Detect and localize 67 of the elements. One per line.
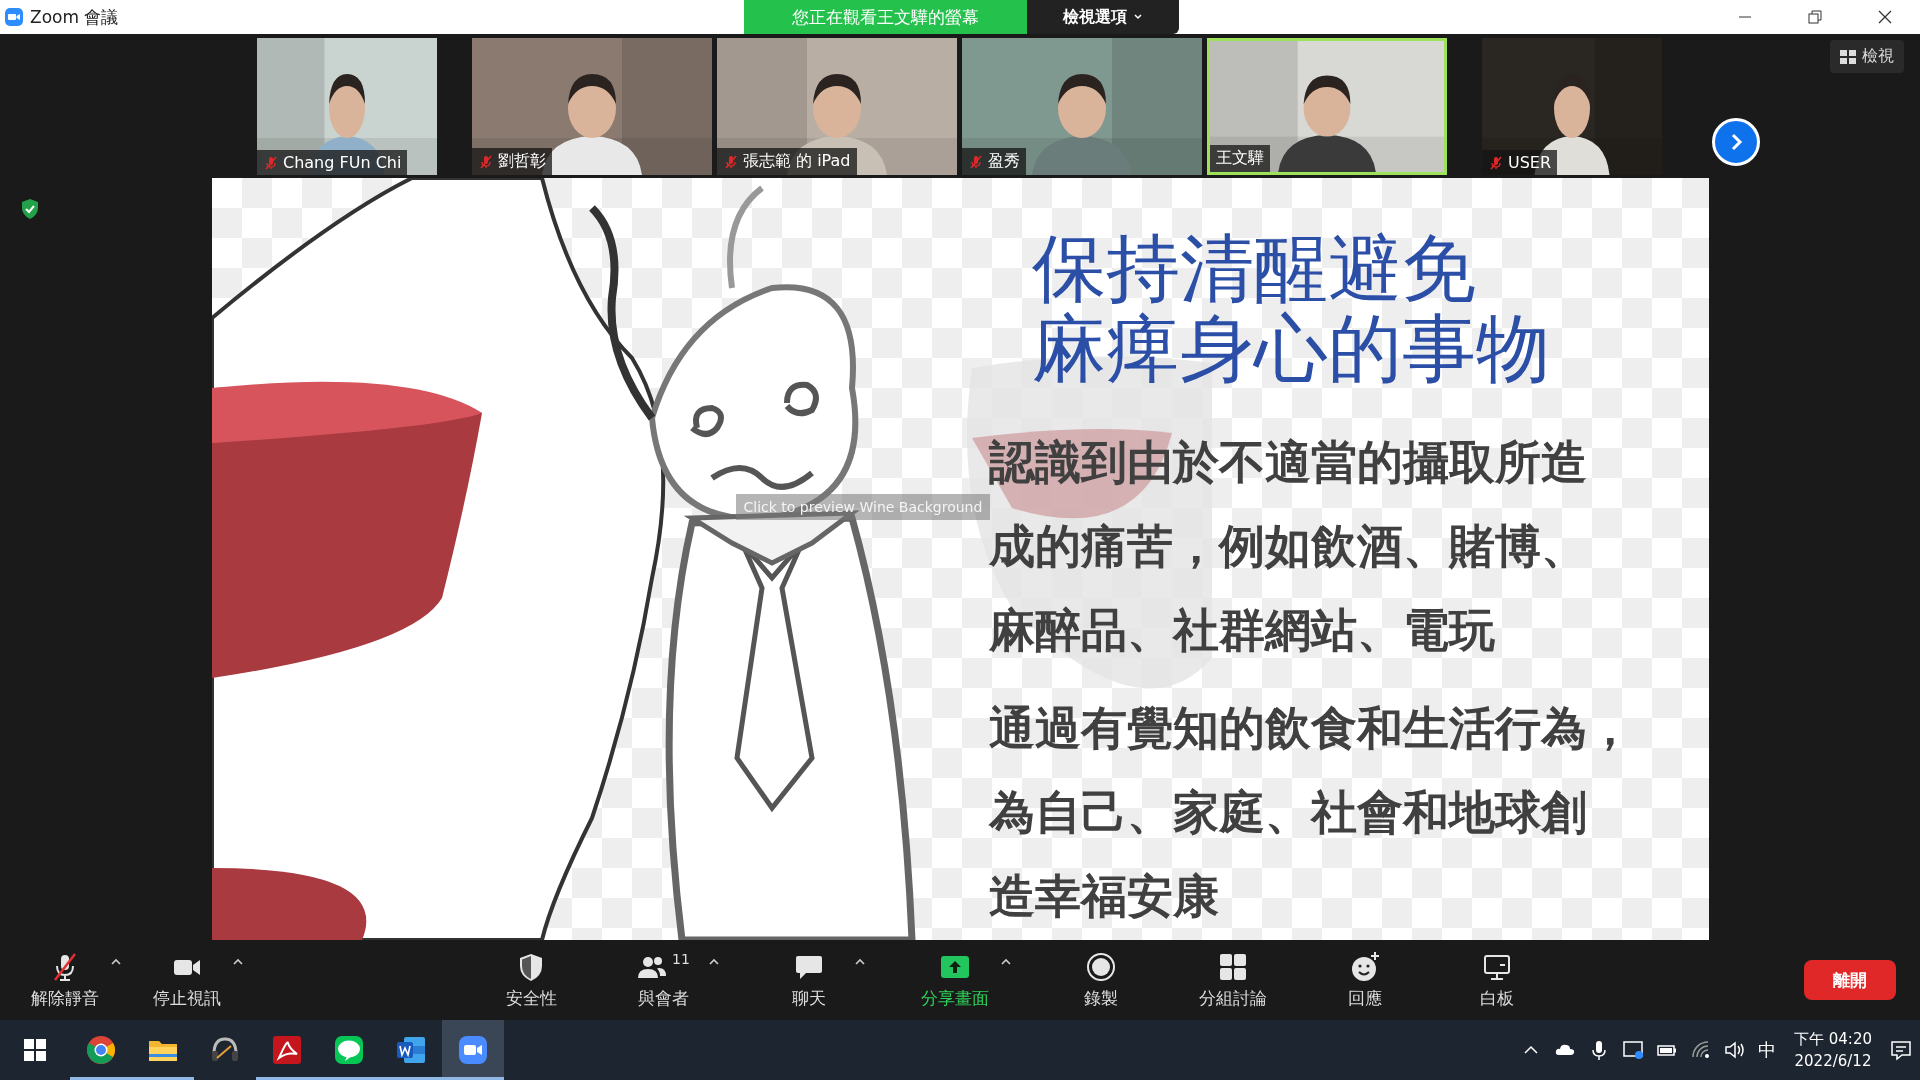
slide-paragraph: 通過有覺知的飲食和生活行為， 為自己、家庭、社會和地球創 造幸福安康 [988,700,1633,925]
taskbar-app[interactable] [442,1020,504,1080]
input-method-indicator[interactable]: 中 [1758,1038,1776,1062]
participant-name: 劉哲彰 [498,151,546,172]
shield-check-icon [20,198,40,220]
participant-count: 11 [672,950,690,967]
chat-app-icon [333,1034,365,1066]
participant-name: 盈秀 [988,151,1020,172]
viewing-banner: 您正在觀看王文驊的螢幕 [744,0,1027,34]
caret-icon [232,956,244,967]
clock-date: 2022/6/12 [1794,1051,1872,1072]
participant-name: 王文驊 [1216,148,1264,169]
video-tile[interactable]: 王文驊 [1207,38,1447,175]
caret-icon [854,956,866,967]
next-page-button[interactable] [1712,118,1760,166]
notification-icon[interactable] [1890,1039,1912,1061]
windows-logo-icon [23,1038,47,1062]
participant-name: Chang FUn Chi [283,153,402,172]
clock[interactable]: 下午 04:20 2022/6/12 [1788,1028,1878,1072]
clock-time: 下午 04:20 [1794,1029,1872,1050]
volume-icon[interactable] [1724,1039,1746,1061]
video-tile[interactable]: 張志範 的 iPad [717,38,957,175]
record-icon [1085,950,1117,983]
muted-mic-icon [968,153,984,170]
tooltip: Click to preview Wine Background [735,494,991,520]
close-icon [1877,9,1893,25]
view-button[interactable]: 檢視 [1830,40,1904,73]
video-call-app-icon [457,1034,489,1066]
participant-name: USER [1508,153,1552,172]
caret-icon [708,956,720,967]
slide-paragraph: 認識到由於不適當的攝取所造 成的痛苦，例如飲酒、賭博、 麻醉品、社群網站、電玩 [988,434,1588,659]
leave-button[interactable]: 離開 [1804,960,1896,1000]
participant-name: 張志範 的 iPad [743,151,851,172]
pdf-reader-icon [271,1034,303,1066]
video-tile[interactable]: 盈秀 [962,38,1202,175]
video-tile[interactable]: Chang FUn Chi [257,38,437,175]
view-options-button[interactable]: 檢視選項 [1027,0,1179,34]
muted-mic-icon [478,153,494,170]
toolbar-button[interactable]: 11 與會者 [618,950,708,1010]
slide-title: 保持清醒避免 麻痺身心的事物 [1031,228,1551,388]
display-icon[interactable] [1622,1039,1644,1061]
minimize-icon [1737,16,1753,18]
grid-icon [1840,49,1856,64]
toolbar-button[interactable]: 錄製 [1056,950,1146,1010]
toolbar-button[interactable]: 停止視訊 [142,950,232,1010]
chevron-down-icon [1133,12,1143,22]
smiley-plus-icon [1349,950,1381,983]
wifi-icon[interactable] [1690,1039,1712,1061]
toolbar-button[interactable]: 解除靜音 [20,950,110,1010]
toolbar-button[interactable]: 回應 [1320,950,1410,1010]
muted-mic-icon [263,154,279,171]
restore-icon [1807,9,1823,25]
video-tile[interactable]: USER [1482,38,1662,175]
toolbar-button[interactable]: 分享畫面 [910,950,1000,1010]
muted-mic-icon [1488,154,1504,171]
caret-icon [1000,956,1012,967]
toolbar-button[interactable]: 白板 [1452,950,1542,1010]
muted-mic-icon [723,153,739,170]
toolbar-button[interactable]: 分組討論 [1188,950,1278,1010]
toolbar-button[interactable]: 聊天 [764,950,854,1010]
toolbar-button[interactable]: 安全性 [486,950,576,1010]
chrome-icon [85,1034,117,1066]
video-tile[interactable]: 劉哲彰 [472,38,712,175]
word-processor-icon [395,1034,427,1066]
caret-icon [110,956,122,967]
window-title: Zoom 會議 [30,5,119,29]
video-call-app-icon [4,7,24,27]
